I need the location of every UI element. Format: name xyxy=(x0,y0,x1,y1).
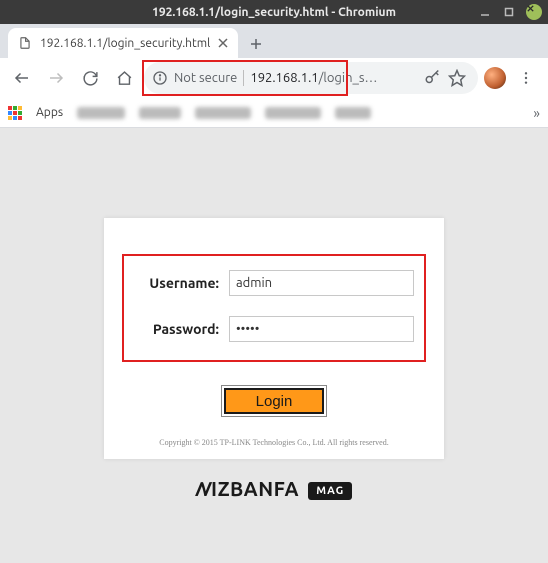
tab-title: 192.168.1.1/login_security.html xyxy=(40,37,210,50)
url-text: 192.168.1.1/login_s… xyxy=(250,71,418,85)
window-titlebar: 192.168.1.1/login_security.html - Chromi… xyxy=(0,0,548,24)
minimize-button[interactable] xyxy=(478,5,492,19)
key-icon[interactable] xyxy=(424,69,442,87)
username-label: Username: xyxy=(134,275,219,291)
url-host: 192.168.1.1 xyxy=(250,71,318,85)
bookmark-item[interactable] xyxy=(77,107,125,119)
bookmark-item[interactable] xyxy=(195,107,251,119)
login-panel: Username: Password: Login Copyright © 20… xyxy=(104,218,444,459)
brand-main: IZBANFA xyxy=(211,477,299,500)
new-tab-button[interactable] xyxy=(242,30,270,58)
page-icon xyxy=(18,36,32,50)
bookmark-overflow-icon[interactable]: » xyxy=(533,105,540,121)
tab-strip: 192.168.1.1/login_security.html xyxy=(0,24,548,58)
copyright-text: Copyright © 2015 TP-LINK Technologies Co… xyxy=(122,438,426,447)
bookmark-star-icon[interactable] xyxy=(448,69,466,87)
bookmarks-bar: Apps » xyxy=(0,98,548,128)
bookmark-item[interactable] xyxy=(139,107,181,119)
password-input[interactable] xyxy=(229,316,414,342)
profile-avatar[interactable] xyxy=(484,67,506,89)
page-viewport: Username: Password: Login Copyright © 20… xyxy=(0,128,548,563)
footer-logo: NIZBANFA MAG xyxy=(104,477,444,500)
browser-menu-button[interactable] xyxy=(512,64,540,92)
forward-button[interactable] xyxy=(42,64,70,92)
address-bar[interactable]: Not secure 192.168.1.1/login_s… xyxy=(144,62,478,94)
reload-button[interactable] xyxy=(76,64,104,92)
site-info-icon[interactable] xyxy=(152,70,168,86)
browser-tab[interactable]: 192.168.1.1/login_security.html xyxy=(8,28,238,58)
omnibox-divider xyxy=(243,70,244,86)
username-row: Username: xyxy=(134,270,414,296)
home-button[interactable] xyxy=(110,64,138,92)
tab-close-icon[interactable] xyxy=(218,38,228,48)
apps-icon[interactable] xyxy=(8,106,22,120)
security-label: Not secure xyxy=(174,71,237,85)
username-input[interactable] xyxy=(229,270,414,296)
password-label: Password: xyxy=(134,321,219,337)
bookmark-item[interactable] xyxy=(265,107,321,119)
close-button[interactable] xyxy=(526,4,542,20)
browser-toolbar: Not secure 192.168.1.1/login_s… xyxy=(0,58,548,98)
bookmark-item[interactable] xyxy=(335,107,371,119)
window-controls xyxy=(478,4,542,20)
form-highlight-annotation: Username: Password: xyxy=(122,254,426,362)
maximize-button[interactable] xyxy=(502,5,516,19)
password-row: Password: xyxy=(134,316,414,342)
url-path: /login_s… xyxy=(319,71,378,85)
window-title: 192.168.1.1/login_security.html - Chromi… xyxy=(152,6,396,19)
back-button[interactable] xyxy=(8,64,36,92)
login-button[interactable]: Login xyxy=(224,388,324,414)
browser-chrome: 192.168.1.1/login_security.html xyxy=(0,24,548,128)
brand-tag: MAG xyxy=(308,482,352,500)
apps-label[interactable]: Apps xyxy=(36,106,63,119)
